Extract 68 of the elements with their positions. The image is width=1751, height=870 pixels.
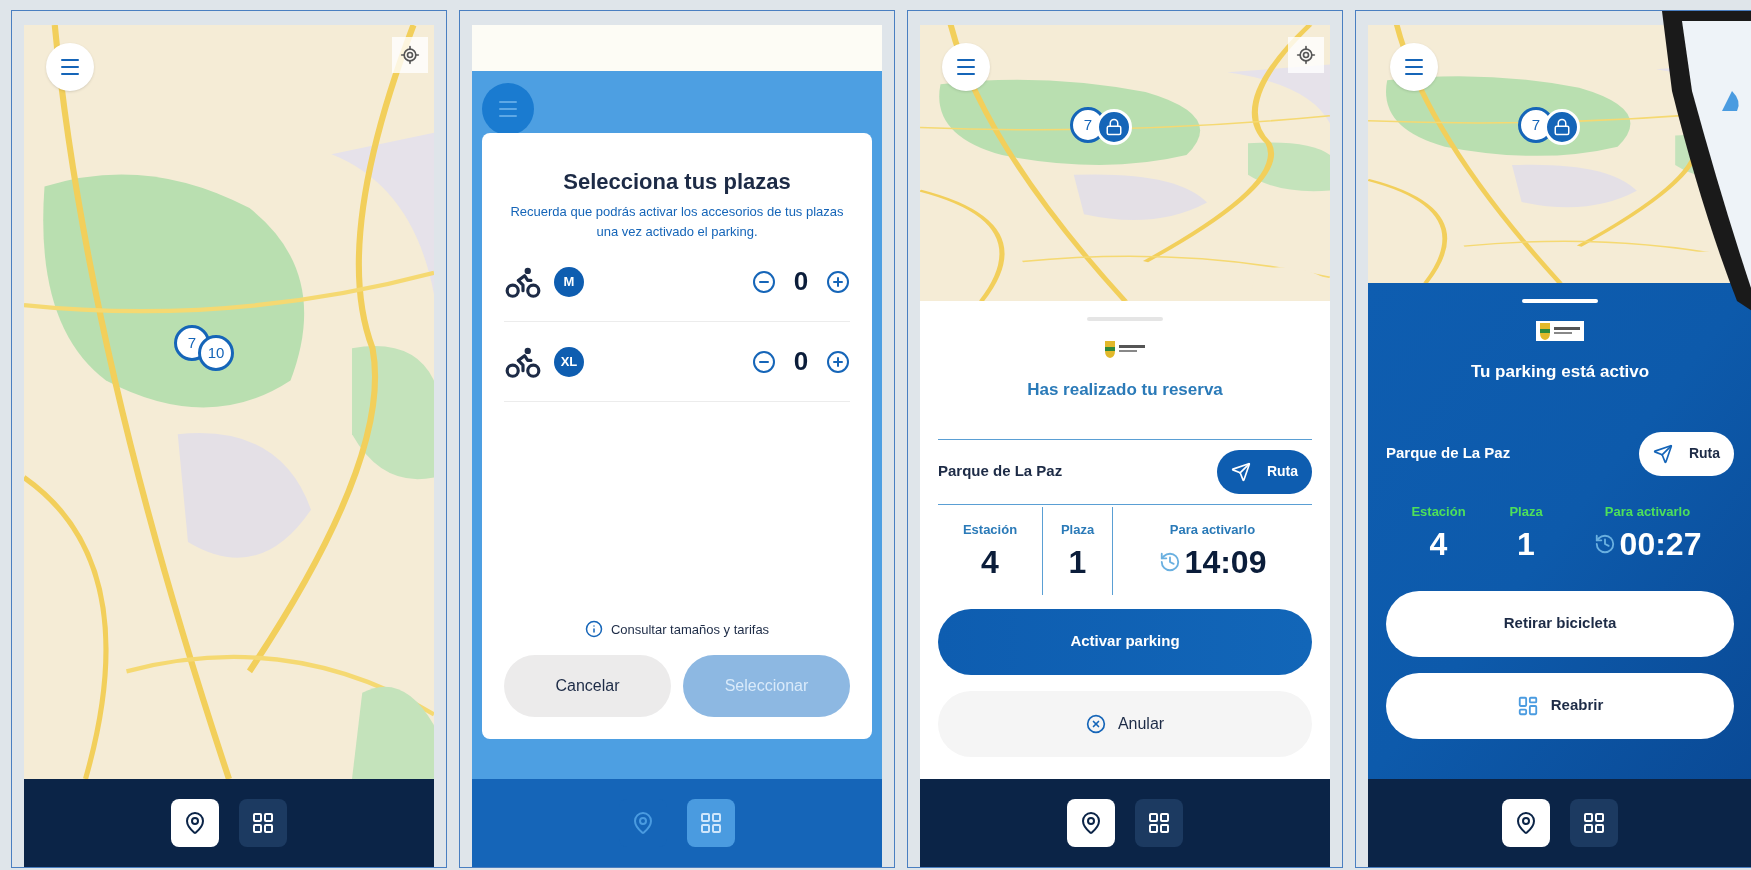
- menu-button[interactable]: [482, 83, 534, 135]
- dialog-title: Selecciona tus plazas: [562, 168, 792, 196]
- grid-tab[interactable]: [239, 799, 287, 847]
- cancel-reservation-button[interactable]: Anular: [938, 690, 1312, 757]
- minus-icon: [752, 269, 776, 294]
- size-badge: M: [554, 266, 584, 297]
- route-button[interactable]: Ruta: [1216, 449, 1312, 494]
- reopen-button[interactable]: Reabrir: [1386, 672, 1734, 739]
- stat-label: Para activarlo: [1604, 502, 1691, 521]
- activate-parking-button[interactable]: Activar parking: [938, 608, 1312, 675]
- drag-handle[interactable]: [1522, 299, 1598, 303]
- grid-tab[interactable]: [1570, 799, 1618, 847]
- locate-icon: [400, 45, 420, 65]
- map-tab[interactable]: [1067, 799, 1115, 847]
- dialog-subtitle: Recuerda que podrás activar los accesorios de tus plazas una vez activado el parking.: [509, 203, 845, 241]
- sheet-title: Tu parking está activo: [1469, 361, 1651, 383]
- map-tab[interactable]: [171, 799, 219, 847]
- stat-value: 1: [1068, 543, 1087, 582]
- map-pin-icon: [183, 811, 207, 835]
- locate-icon: [1296, 45, 1316, 65]
- stat-label: Plaza: [1060, 520, 1095, 539]
- clock-icon: [1158, 551, 1181, 574]
- map-tab[interactable]: [1502, 799, 1550, 847]
- stat-value: 00:27: [1619, 525, 1702, 564]
- locate-button[interactable]: [1288, 37, 1324, 73]
- station-name: Parque de La Paz: [1386, 443, 1511, 464]
- grid-icon: [1582, 811, 1606, 835]
- paper-plane-icon: [1652, 443, 1673, 464]
- minus-icon: [752, 349, 776, 374]
- stat-label: Plaza: [1509, 502, 1543, 521]
- map-pin-icon: [631, 811, 655, 835]
- quantity-value: 0: [792, 345, 810, 378]
- dashboard-icon: [1516, 694, 1539, 717]
- locate-button[interactable]: [392, 37, 428, 73]
- grid-tab[interactable]: [1135, 799, 1183, 847]
- quantity-value: 0: [792, 265, 810, 298]
- lock-icon: [1553, 118, 1571, 136]
- increase-button[interactable]: [826, 349, 850, 374]
- decrease-button[interactable]: [752, 269, 776, 294]
- sheet-title: Has realizado tu reserva: [1026, 379, 1224, 401]
- route-button[interactable]: Ruta: [1638, 431, 1734, 476]
- grid-icon: [699, 811, 723, 835]
- stat-value: 4: [1429, 525, 1448, 564]
- map-pin-icon: [1514, 811, 1538, 835]
- grid-icon: [1147, 811, 1171, 835]
- stat-value: 14:09: [1184, 543, 1267, 582]
- cancel-button[interactable]: Cancelar: [504, 655, 671, 717]
- close-circle-icon: [1085, 713, 1106, 734]
- increase-button[interactable]: [826, 269, 850, 294]
- stat-label: Estación: [962, 520, 1018, 539]
- size-badge: XL: [554, 346, 584, 377]
- map-pin-icon: [1079, 811, 1103, 835]
- stat-label: Para activarlo: [1169, 520, 1256, 539]
- grid-icon: [251, 811, 275, 835]
- plus-icon: [826, 269, 850, 294]
- clock-icon: [1593, 533, 1616, 556]
- withdraw-bike-button[interactable]: Retirar bicicleta: [1386, 590, 1734, 657]
- decrease-button[interactable]: [752, 349, 776, 374]
- stat-label: Estación: [1411, 502, 1466, 521]
- paper-plane-icon: [1230, 461, 1251, 482]
- stat-value: 1: [1517, 525, 1535, 564]
- sizes-and-rates-link[interactable]: Consultar tamaños y tarifas: [610, 619, 770, 639]
- stat-value: 4: [981, 543, 999, 582]
- info-icon: [584, 620, 603, 639]
- station-name: Parque de La Paz: [938, 461, 1063, 482]
- plus-icon: [826, 349, 850, 374]
- logo-icon: [1536, 321, 1584, 341]
- lock-icon: [1105, 118, 1123, 136]
